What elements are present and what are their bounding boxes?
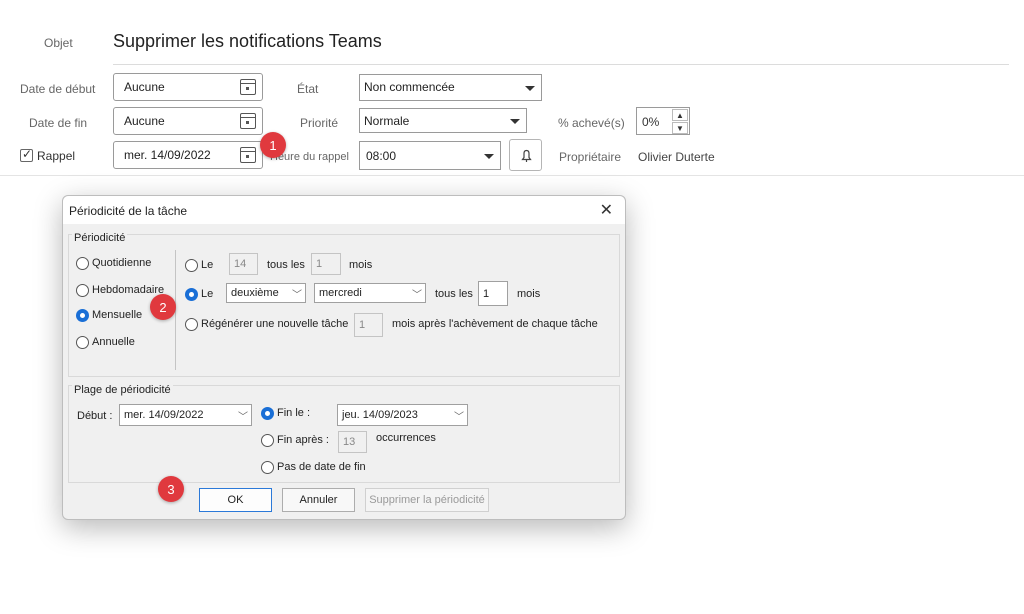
regenerate-suffix: mois après l'achèvement de chaque tâche — [392, 318, 598, 330]
subject-divider — [113, 64, 1009, 65]
ordinal-value: deuxième — [231, 287, 279, 299]
chevron-down-icon: ﹀ — [454, 411, 464, 423]
radio-regenerate[interactable] — [185, 318, 198, 331]
radio-yearly[interactable] — [76, 336, 89, 349]
spin-up-icon[interactable]: ▲ — [672, 109, 688, 121]
step-badge-3: 3 — [158, 476, 184, 502]
reminder-date-field[interactable]: mer. 14/09/2022 — [113, 141, 263, 169]
chevron-down-icon — [525, 85, 535, 91]
subject-label: Objet — [44, 36, 73, 50]
state-select[interactable]: Non commencée — [359, 74, 542, 101]
daily-label: Quotidienne — [92, 257, 152, 269]
priority-select[interactable]: Normale — [359, 108, 527, 133]
step-badge-2: 2 — [150, 294, 176, 320]
radio-weekly[interactable] — [76, 284, 89, 297]
option2-months-label: mois — [517, 288, 541, 300]
percent-label: % achevé(s) — [558, 116, 625, 130]
day-of-month-input[interactable]: 14 — [229, 253, 258, 275]
end-after-input[interactable]: 13 — [338, 431, 367, 453]
start-date-field[interactable]: Aucune — [113, 73, 263, 101]
option2-months-input[interactable]: 1 — [478, 281, 508, 306]
radio-daily[interactable] — [76, 257, 89, 270]
ordinal-select[interactable]: deuxième ﹀ — [226, 283, 306, 303]
chevron-down-icon — [484, 153, 494, 159]
option2-every-label: tous les — [435, 288, 473, 300]
chevron-down-icon: ﹀ — [238, 411, 248, 423]
ok-button[interactable]: OK — [199, 488, 272, 512]
reminder-checkbox[interactable]: ✓ — [20, 147, 33, 162]
reminder-date-value: mer. 14/09/2022 — [124, 148, 211, 162]
radio-no-end[interactable] — [261, 461, 274, 474]
weekday-value: mercredi — [319, 287, 362, 299]
weekly-label: Hebdomadaire — [92, 284, 165, 296]
option2-le-label: Le — [201, 288, 214, 300]
owner-label: Propriétaire — [559, 150, 622, 164]
priority-value: Normale — [364, 114, 410, 128]
calendar-icon[interactable] — [240, 113, 256, 129]
regenerate-months-input[interactable]: 1 — [354, 313, 383, 337]
percent-spinner[interactable]: 0% ▲ ▼ — [636, 107, 690, 135]
yearly-label: Annuelle — [92, 336, 135, 348]
end-date-value: Aucune — [124, 114, 165, 128]
step-badge-1: 1 — [260, 132, 286, 158]
dialog-title: Périodicité de la tâche — [69, 204, 188, 218]
close-icon[interactable]: ✕ — [600, 200, 613, 220]
reminder-sound-button[interactable] — [509, 139, 542, 171]
chevron-down-icon: ﹀ — [292, 289, 302, 301]
radio-day-of-month[interactable] — [185, 259, 198, 272]
spin-down-icon[interactable]: ▼ — [672, 122, 688, 134]
calendar-icon[interactable] — [240, 79, 256, 95]
no-end-label: Pas de date de fin — [277, 461, 366, 473]
option1-months-input[interactable]: 1 — [311, 253, 341, 275]
state-label: État — [297, 82, 319, 96]
range-start-label: Début : — [77, 410, 113, 422]
percent-value: 0% — [642, 115, 660, 129]
end-by-select[interactable]: jeu. 14/09/2023 ﹀ — [337, 404, 468, 426]
reminder-time-select[interactable]: 08:00 — [359, 141, 501, 170]
reminder-time-value: 08:00 — [366, 148, 397, 163]
weekday-select[interactable]: mercredi ﹀ — [314, 283, 426, 303]
check-icon: ✓ — [22, 147, 33, 161]
range-group-label: Plage de périodicité — [72, 384, 173, 396]
form-divider — [0, 175, 1024, 176]
end-after-label: Fin après : — [277, 434, 329, 446]
range-start-value: mer. 14/09/2022 — [124, 409, 204, 421]
end-date-field[interactable]: Aucune — [113, 107, 263, 135]
radio-end-after[interactable] — [261, 434, 274, 447]
occurrences-label: occurrences — [376, 432, 436, 444]
start-date-value: Aucune — [124, 80, 165, 94]
end-date-label: Date de fin — [29, 116, 88, 130]
dialog-title-bar: Périodicité de la tâche ✕ — [63, 196, 625, 224]
state-value: Non commencée — [364, 80, 455, 94]
recurrence-group-label: Périodicité — [72, 232, 128, 244]
reminder-label: Rappel — [37, 149, 76, 163]
radio-monthly[interactable] — [76, 309, 89, 322]
cancel-button[interactable]: Annuler — [282, 488, 355, 512]
monthly-label: Mensuelle — [92, 309, 143, 321]
start-date-label: Date de début — [20, 82, 96, 96]
option1-le-label: Le — [201, 259, 214, 271]
remove-recurrence-button[interactable]: Supprimer la périodicité — [365, 488, 489, 512]
range-start-select[interactable]: mer. 14/09/2022 ﹀ — [119, 404, 252, 426]
radio-end-by[interactable] — [261, 407, 274, 420]
bell-icon — [521, 149, 532, 162]
end-by-label: Fin le : — [277, 407, 311, 419]
priority-label: Priorité — [300, 116, 339, 130]
option1-months-label: mois — [349, 259, 373, 271]
chevron-down-icon — [510, 118, 520, 124]
regenerate-label: Régénérer une nouvelle tâche — [201, 318, 349, 330]
owner-value: Olivier Duterte — [638, 150, 715, 164]
chevron-down-icon: ﹀ — [412, 289, 422, 301]
end-by-value: jeu. 14/09/2023 — [342, 409, 418, 421]
radio-nth-weekday[interactable] — [185, 288, 198, 301]
calendar-icon[interactable] — [240, 147, 256, 163]
recurrence-dialog: Périodicité de la tâche ✕ Périodicité Qu… — [62, 195, 626, 520]
option1-every-label: tous les — [267, 259, 305, 271]
subject-input[interactable]: Supprimer les notifications Teams — [113, 31, 382, 52]
